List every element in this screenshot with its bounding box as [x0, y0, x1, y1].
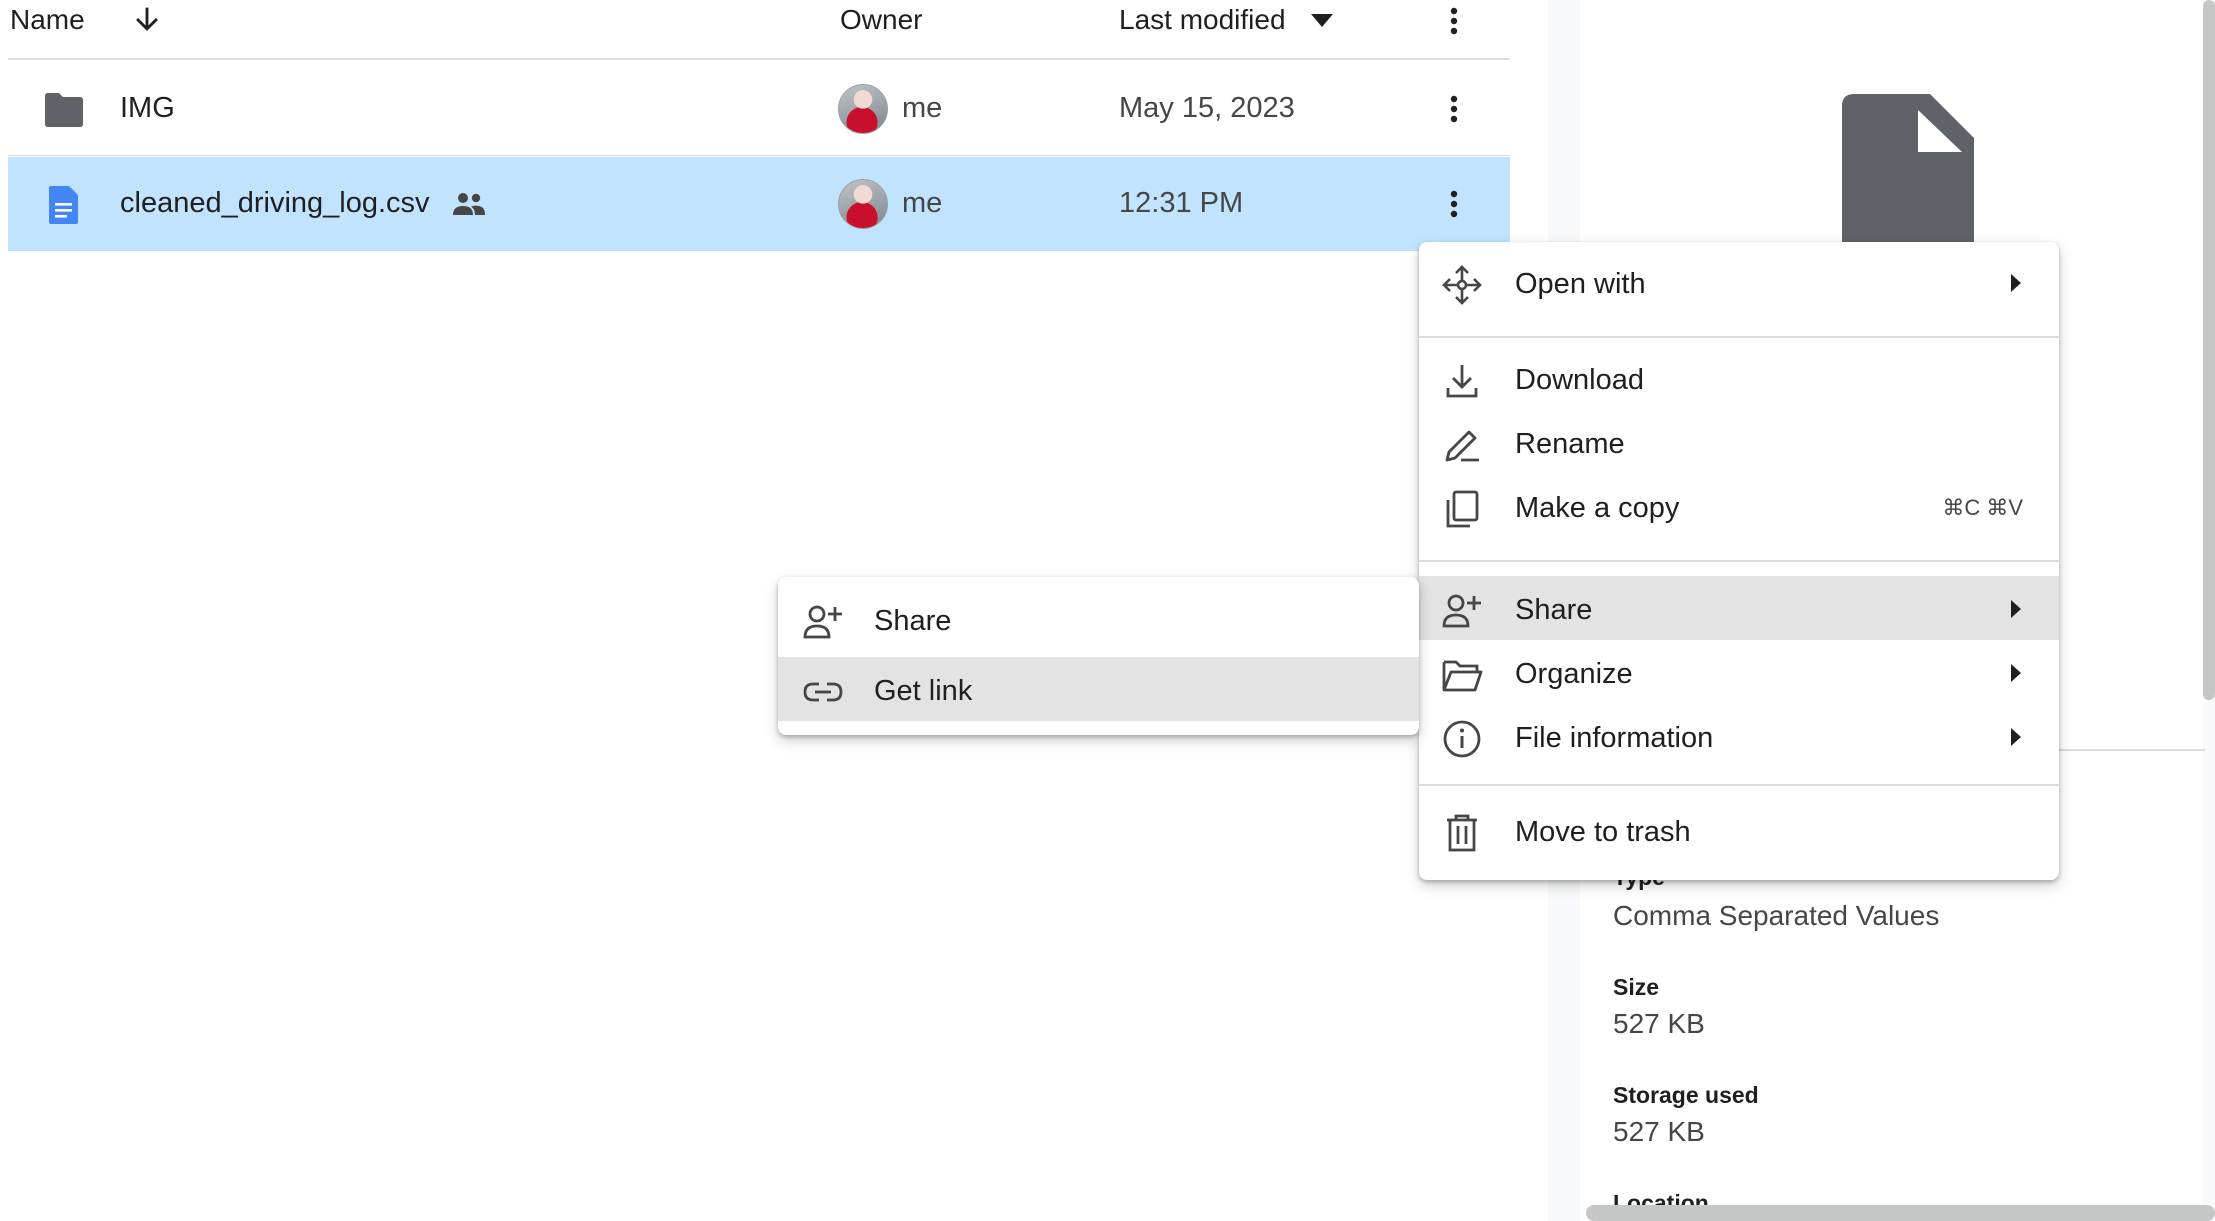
context-menu: Open with Download Rename Make a copy ⌘C… — [1419, 242, 2059, 880]
details-scrollbar-horizontal[interactable] — [1586, 1205, 2215, 1221]
menu-item-label: Move to trash — [1515, 816, 1691, 848]
link-icon — [803, 682, 843, 702]
table-row-selected[interactable]: cleaned_driving_log.csv me 12:31 PM — [8, 157, 1510, 251]
chevron-right-icon — [2011, 274, 2021, 292]
more-vert-icon[interactable] — [1434, 88, 1474, 128]
person-add-icon — [1442, 594, 1481, 628]
file-name[interactable]: cleaned_driving_log.csv — [120, 187, 430, 220]
more-vert-icon[interactable] — [1434, 183, 1474, 223]
menu-item-organize[interactable]: Organize — [1419, 640, 2059, 704]
menu-item-download[interactable]: Download — [1419, 346, 2059, 410]
menu-item-open-with[interactable]: Open with — [1419, 250, 2059, 314]
detail-storage-value: 527 KB — [1613, 1116, 1705, 1147]
copy-icon — [1446, 490, 1479, 528]
file-owner: me — [902, 187, 943, 219]
move-arrows-icon — [1442, 265, 1482, 305]
download-icon — [1446, 365, 1478, 398]
table-row[interactable]: IMG me May 15, 2023 — [8, 62, 1510, 156]
menu-item-rename[interactable]: Rename — [1419, 410, 2059, 474]
share-submenu: Share Get link — [778, 577, 1419, 735]
avatar — [838, 84, 888, 134]
detail-size-value: 527 KB — [1613, 1008, 1705, 1039]
menu-divider — [1419, 336, 2059, 338]
file-modified: 12:31 PM — [1119, 187, 1244, 219]
menu-item-file-information[interactable]: File information — [1419, 704, 2059, 768]
file-name[interactable]: IMG — [120, 92, 175, 125]
menu-item-label: Download — [1515, 364, 1644, 396]
menu-item-shortcut: ⌘C ⌘V — [1942, 495, 2023, 520]
detail-type-value: Comma Separated Values — [1613, 900, 1940, 931]
file-owner: me — [902, 92, 943, 124]
person-add-icon — [803, 605, 842, 639]
menu-item-move-to-trash[interactable]: Move to trash — [1419, 798, 2059, 862]
caret-down-icon[interactable] — [1311, 14, 1333, 28]
menu-divider — [1419, 560, 2059, 562]
file-list-header: Name Owner Last modified — [8, 0, 1510, 60]
file-preview-icon — [1842, 94, 1974, 254]
chevron-right-icon — [2011, 600, 2021, 618]
arrow-down-icon[interactable] — [130, 2, 164, 36]
menu-item-share[interactable]: Share — [1419, 576, 2059, 640]
menu-item-make-a-copy[interactable]: Make a copy ⌘C ⌘V — [1419, 474, 2059, 538]
drive-window: Type Comma Separated Values Size 527 KB … — [0, 0, 2215, 1221]
column-header-last-modified[interactable]: Last modified — [1119, 4, 1286, 36]
menu-item-label: Organize — [1515, 658, 1633, 690]
folder-open-icon — [1442, 660, 1483, 692]
column-header-name[interactable]: Name — [10, 4, 85, 36]
people-icon — [453, 193, 485, 215]
file-modified: May 15, 2023 — [1119, 92, 1295, 124]
menu-item-label: Make a copy — [1515, 492, 1680, 524]
menu-item-label: Rename — [1515, 428, 1625, 460]
chevron-right-icon — [2011, 664, 2021, 682]
menu-item-label: Share — [1515, 594, 1593, 626]
submenu-item-label: Share — [874, 605, 952, 637]
menu-divider — [1419, 784, 2059, 786]
pencil-icon — [1445, 430, 1479, 462]
trash-icon — [1447, 814, 1477, 852]
more-vert-icon[interactable] — [1434, 0, 1474, 40]
folder-icon — [45, 93, 83, 127]
info-icon — [1443, 720, 1481, 758]
document-icon — [49, 186, 78, 224]
submenu-item-label: Get link — [874, 675, 973, 707]
menu-item-label: Open with — [1515, 268, 1646, 300]
chevron-right-icon — [2011, 728, 2021, 746]
details-scrollbar-vertical[interactable] — [2203, 0, 2215, 700]
submenu-item-get-link[interactable]: Get link — [778, 657, 1419, 721]
detail-size-label: Size — [1613, 974, 1660, 1000]
detail-storage-label: Storage used — [1613, 1082, 1759, 1108]
submenu-item-share[interactable]: Share — [778, 587, 1419, 651]
menu-item-label: File information — [1515, 722, 1714, 754]
avatar — [838, 179, 888, 229]
column-header-owner[interactable]: Owner — [840, 4, 922, 36]
